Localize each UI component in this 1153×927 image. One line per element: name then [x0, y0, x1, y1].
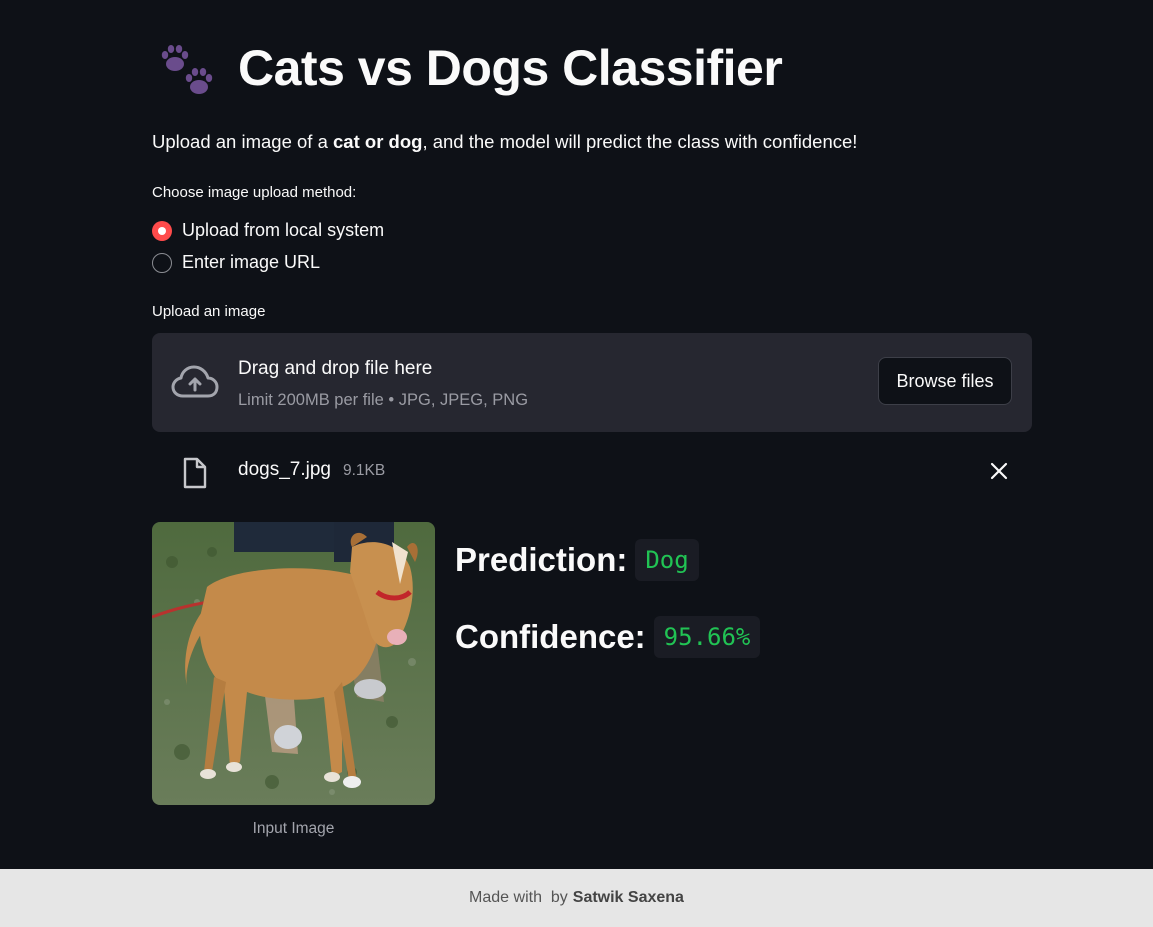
- confidence-value: 95.66%: [653, 616, 761, 658]
- browse-files-button[interactable]: Browse files: [878, 357, 1012, 405]
- title-row: Cats vs Dogs Classifier: [158, 40, 783, 96]
- radio-image-url-label: Enter image URL: [182, 252, 321, 272]
- radio-upload-local[interactable]: Upload from local system: [152, 220, 384, 241]
- footer-text: Made with by: [469, 889, 568, 906]
- radio-upload-local-label: Upload from local system: [182, 220, 385, 240]
- uploaded-file-row: dogs_7.jpg 9.1KB: [152, 455, 1032, 489]
- upload-method-label: Choose image upload method:: [152, 184, 357, 201]
- radio-image-url[interactable]: Enter image URL: [152, 252, 320, 273]
- intro-text: Upload an image of a cat or dog, and the…: [152, 131, 857, 153]
- image-caption: Input Image: [252, 820, 335, 837]
- footer-author: Satwik Saxena: [572, 889, 684, 906]
- uploader-label: Upload an image: [152, 303, 266, 320]
- prediction-label: Prediction:: [455, 541, 628, 578]
- page-title: Cats vs Dogs Classifier: [238, 40, 783, 96]
- dropzone-limit: Limit 200MB per file • JPG, JPEG, PNG: [238, 391, 529, 409]
- close-icon[interactable]: [990, 462, 1008, 485]
- file-size: 9.1KB: [343, 462, 386, 479]
- file-icon: [182, 457, 208, 494]
- dropzone-title: Drag and drop file here: [238, 358, 433, 379]
- confidence-label: Confidence:: [455, 618, 646, 655]
- cloud-upload-icon: [171, 365, 219, 404]
- file-dropzone[interactable]: Drag and drop file here Limit 200MB per …: [152, 333, 1032, 432]
- prediction-row: Prediction: Dog: [455, 539, 699, 581]
- file-name: dogs_7.jpg: [238, 459, 331, 480]
- radio-unselected-icon[interactable]: [152, 252, 172, 273]
- confidence-row: Confidence: 95.66%: [455, 616, 761, 658]
- paw-prints-icon: [158, 40, 218, 96]
- input-image: [152, 522, 435, 805]
- prediction-value: Dog: [635, 539, 699, 581]
- intro-text-bold: cat or dog: [333, 131, 423, 152]
- radio-selected-icon[interactable]: [152, 220, 172, 241]
- intro-text-after: , and the model will predict the class w…: [422, 131, 858, 152]
- intro-text-before: Upload an image of a: [152, 131, 334, 152]
- footer: Made with by Satwik Saxena: [0, 869, 1153, 927]
